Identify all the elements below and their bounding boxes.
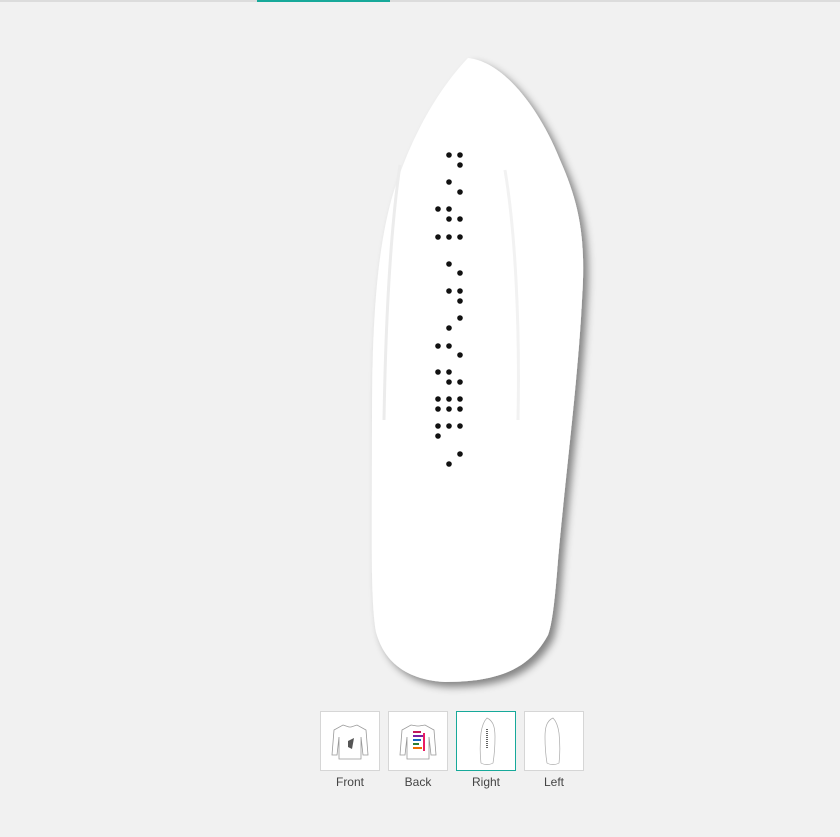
braille-dot <box>446 261 452 267</box>
braille-dot <box>457 406 463 412</box>
shirt-right-icon <box>479 717 496 765</box>
braille-dot <box>446 406 452 412</box>
braille-dot <box>457 162 463 168</box>
braille-dot <box>435 369 441 375</box>
braille-dot <box>457 315 463 321</box>
product-preview <box>0 0 840 700</box>
braille-dot <box>446 379 452 385</box>
thumbnail-front-label: Front <box>335 775 364 789</box>
braille-dot <box>457 379 463 385</box>
braille-dot <box>457 270 463 276</box>
thumbnail-left-frame[interactable] <box>524 711 584 771</box>
braille-dot <box>446 216 452 222</box>
thumbnail-left[interactable]: Left <box>524 711 584 789</box>
view-thumbnails: Front Back Right Left <box>320 711 584 789</box>
braille-dot <box>446 461 452 467</box>
braille-dot <box>446 234 452 240</box>
braille-dot <box>446 179 452 185</box>
braille-dot <box>435 406 441 412</box>
thumbnail-right[interactable]: Right <box>456 711 516 789</box>
thumbnail-back[interactable]: Back <box>388 711 448 789</box>
braille-dot <box>435 423 441 429</box>
braille-dot <box>446 325 452 331</box>
thumbnail-left-label: Left <box>543 775 564 789</box>
braille-dot <box>435 343 441 349</box>
shirt-back-icon <box>399 724 437 760</box>
braille-dot <box>435 396 441 402</box>
braille-dot <box>446 396 452 402</box>
braille-dot <box>457 216 463 222</box>
braille-dot <box>435 234 441 240</box>
shirt-front-icon <box>331 724 369 760</box>
braille-dot <box>446 288 452 294</box>
thumbnail-front[interactable]: Front <box>320 711 380 789</box>
braille-dot <box>435 433 441 439</box>
braille-dot <box>446 423 452 429</box>
braille-dot <box>457 288 463 294</box>
braille-dot <box>446 206 452 212</box>
thumbnail-front-frame[interactable] <box>320 711 380 771</box>
thumbnail-right-label: Right <box>471 775 500 789</box>
thumbnail-right-frame[interactable] <box>456 711 516 771</box>
braille-dot <box>457 189 463 195</box>
braille-dot <box>435 206 441 212</box>
braille-dot <box>457 352 463 358</box>
shirt-side-view-image <box>371 58 584 682</box>
shirt-left-icon <box>544 717 561 765</box>
braille-dot <box>457 298 463 304</box>
braille-dot <box>446 343 452 349</box>
braille-dot <box>446 152 452 158</box>
braille-dot <box>457 396 463 402</box>
braille-dot <box>457 234 463 240</box>
braille-dot <box>457 152 463 158</box>
braille-dot <box>446 369 452 375</box>
thumbnail-back-frame[interactable] <box>388 711 448 771</box>
braille-dot <box>457 423 463 429</box>
thumbnail-back-label: Back <box>404 775 432 789</box>
braille-dot <box>457 451 463 457</box>
